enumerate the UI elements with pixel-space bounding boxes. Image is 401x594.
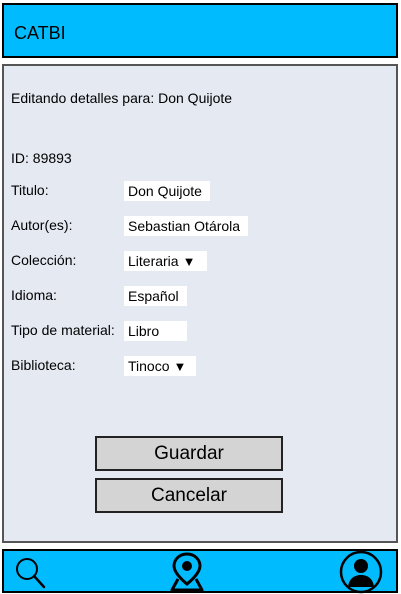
item-id: ID: 89893 <box>11 150 72 166</box>
library-label: Biblioteca: <box>11 357 76 373</box>
author-field[interactable]: Sebastian Otárola <box>124 216 248 236</box>
editing-heading: Editando detalles para: Don Quijote <box>11 90 233 106</box>
language-field[interactable]: Español <box>124 286 187 306</box>
title-label: Titulo: <box>11 182 49 198</box>
title-field[interactable]: Don Quijote <box>124 181 210 201</box>
cancel-button[interactable]: Cancelar <box>95 478 283 513</box>
material-type-label: Tipo de material: <box>11 322 115 338</box>
language-label: Idioma: <box>11 287 57 303</box>
app-header: CATBI <box>2 3 398 58</box>
app-frame: CATBI Editando detalles para: Don Quijot… <box>0 0 401 594</box>
search-icon[interactable] <box>12 555 48 591</box>
user-icon[interactable] <box>339 550 383 594</box>
collection-label: Colección: <box>11 252 77 268</box>
save-button[interactable]: Guardar <box>95 436 283 471</box>
author-label: Autor(es): <box>11 217 73 233</box>
library-select[interactable]: Tinoco ▼ <box>124 356 196 376</box>
edit-details-panel: Editando detalles para: Don Quijote ID: … <box>2 64 398 543</box>
bottom-nav <box>2 549 398 594</box>
collection-selected-value: Literaria <box>128 253 179 269</box>
chevron-down-icon: ▼ <box>182 254 196 269</box>
material-type-field[interactable]: Libro <box>124 321 187 341</box>
library-selected-value: Tinoco <box>128 358 170 374</box>
collection-select[interactable]: Literaria ▼ <box>124 251 207 271</box>
chevron-down-icon: ▼ <box>173 359 187 374</box>
app-title: CATBI <box>14 23 66 43</box>
map-pin-icon[interactable] <box>169 552 205 592</box>
